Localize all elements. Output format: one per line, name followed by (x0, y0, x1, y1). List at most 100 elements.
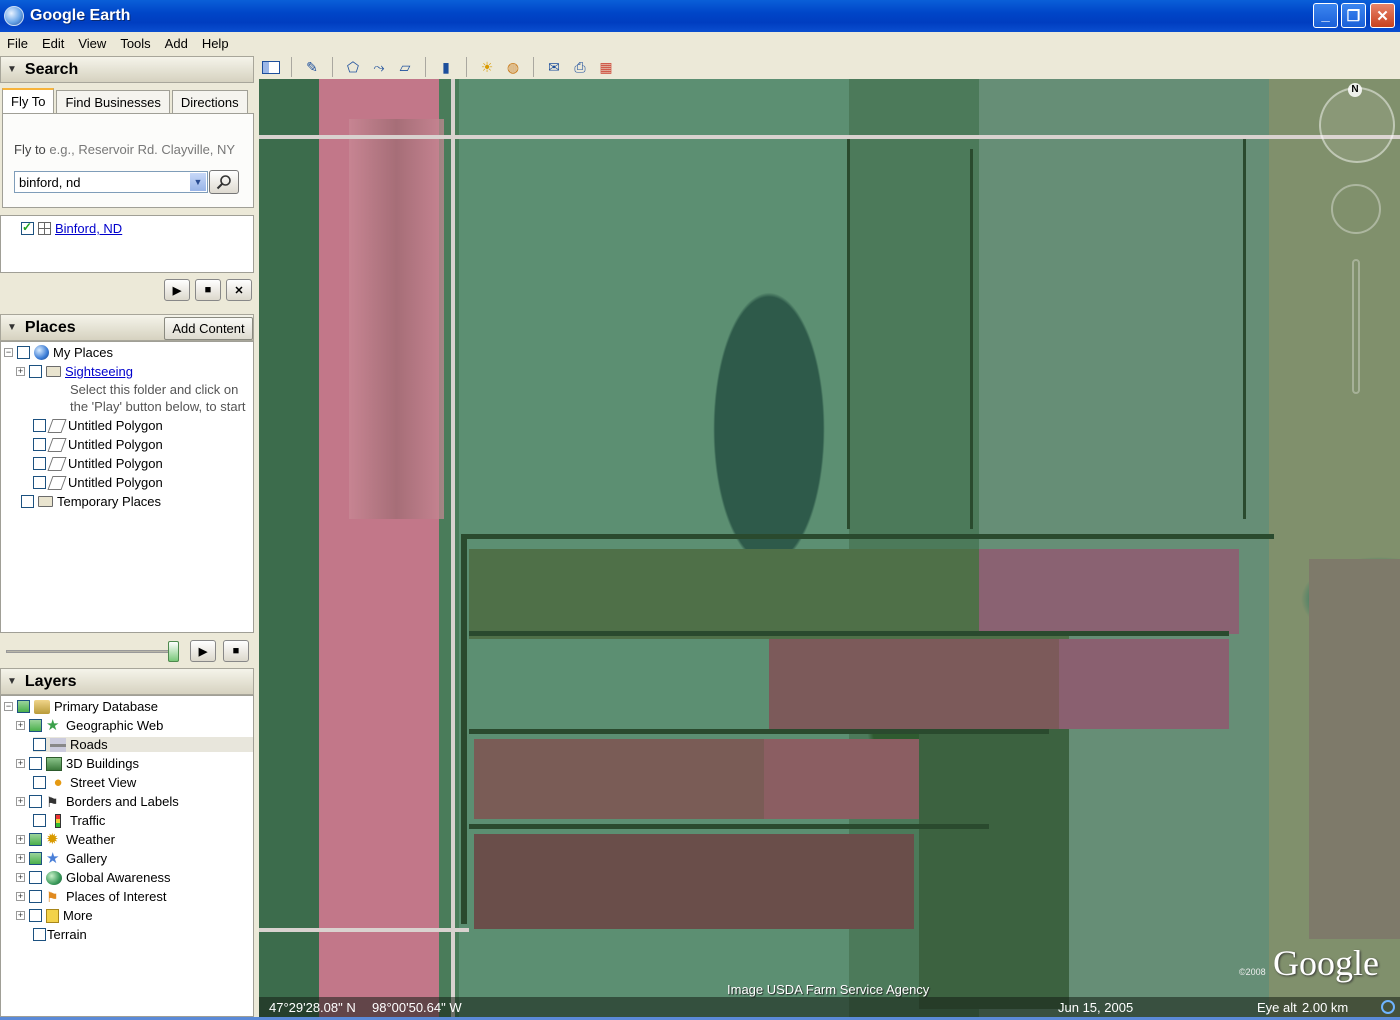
checkbox[interactable] (29, 909, 42, 922)
checkbox[interactable] (17, 346, 30, 359)
layer-global-awareness[interactable]: + Global Awareness (16, 870, 171, 885)
tree-item-sightseeing[interactable]: + Sightseeing (16, 364, 133, 379)
expand-icon[interactable]: + (16, 835, 25, 844)
layer-roads[interactable]: Roads (33, 737, 253, 752)
layer-borders-and-labels[interactable]: + ⚑ Borders and Labels (16, 794, 179, 809)
checkbox[interactable] (33, 419, 46, 432)
checkbox[interactable] (33, 776, 46, 789)
layer-more[interactable]: + More (16, 908, 93, 923)
tree-item-polygon[interactable]: Untitled Polygon (33, 475, 163, 490)
expand-icon[interactable]: + (16, 759, 25, 768)
checkbox[interactable] (29, 795, 42, 808)
clear-results-button[interactable]: ✕ (226, 279, 252, 301)
collapse-triangle-icon[interactable]: ▼ (7, 64, 17, 75)
checkbox[interactable] (17, 700, 30, 713)
layer-traffic[interactable]: Traffic (33, 813, 105, 828)
layer-street-view[interactable]: ● Street View (33, 775, 136, 790)
tab-find-businesses[interactable]: Find Businesses (56, 90, 170, 114)
menu-help[interactable]: Help (195, 36, 236, 51)
checkbox[interactable] (29, 871, 42, 884)
collapse-triangle-icon[interactable]: ▼ (7, 676, 17, 687)
layer-primary-database[interactable]: − Primary Database (4, 699, 158, 714)
expand-icon[interactable]: + (16, 367, 25, 376)
checkbox[interactable] (33, 476, 46, 489)
checkbox[interactable] (29, 833, 42, 846)
close-button[interactable]: ✕ (1370, 3, 1395, 28)
earth-map-view[interactable]: N ©2008 Google Image USDA Farm Service A… (259, 79, 1400, 1017)
layers-panel-header[interactable]: ▼ Layers (0, 668, 254, 695)
expand-icon[interactable]: + (16, 873, 25, 882)
add-overlay-button[interactable]: ▱ (392, 56, 418, 78)
checkbox[interactable] (33, 738, 46, 751)
checkbox[interactable] (33, 814, 46, 827)
checkbox[interactable] (29, 852, 42, 865)
search-panel-header[interactable]: ▼ Search (0, 56, 254, 83)
maximize-button[interactable]: ❐ (1341, 3, 1366, 28)
places-stop-button[interactable]: ■ (223, 640, 249, 662)
add-polygon-button[interactable]: ⬠ (340, 56, 366, 78)
view-in-maps-button[interactable]: ▦ (593, 56, 619, 78)
search-input[interactable] (15, 172, 189, 192)
menu-file[interactable]: File (0, 36, 35, 51)
expand-icon[interactable]: + (16, 854, 25, 863)
checkbox[interactable] (29, 890, 42, 903)
tree-item-label[interactable]: Sightseeing (65, 364, 133, 379)
expand-icon[interactable]: + (16, 892, 25, 901)
add-placemark-button[interactable]: ✎ (299, 56, 325, 78)
checkbox[interactable] (29, 757, 42, 770)
search-button[interactable] (209, 170, 239, 194)
checkbox[interactable] (33, 928, 46, 941)
add-content-button[interactable]: Add Content (164, 317, 253, 340)
places-play-button[interactable]: ▶ (190, 640, 216, 662)
tab-fly-to[interactable]: Fly To (2, 88, 55, 114)
tree-item-my-places[interactable]: − My Places (4, 345, 113, 360)
compass-north-label[interactable]: N (1348, 83, 1362, 97)
result-item[interactable]: Binford, ND (21, 220, 122, 236)
collapse-triangle-icon[interactable]: ▼ (7, 322, 17, 333)
menu-edit[interactable]: Edit (35, 36, 71, 51)
layer-weather[interactable]: + ✹ Weather (16, 832, 115, 847)
checkbox[interactable] (29, 719, 42, 732)
email-button[interactable]: ✉ (541, 56, 567, 78)
expand-icon[interactable]: + (16, 911, 25, 920)
result-checkbox[interactable] (21, 220, 34, 235)
add-path-button[interactable]: ⤳ (366, 56, 392, 78)
tab-directions[interactable]: Directions (171, 90, 248, 114)
tree-item-polygon[interactable]: Untitled Polygon (33, 418, 163, 433)
result-link[interactable]: Binford, ND (55, 221, 122, 236)
checkbox[interactable] (21, 495, 34, 508)
checkbox[interactable] (33, 457, 46, 470)
sunlight-button[interactable]: ☀ (474, 56, 500, 78)
compass-ring[interactable] (1319, 87, 1395, 163)
expand-icon[interactable]: + (16, 797, 25, 806)
zoom-slider[interactable] (1352, 259, 1360, 394)
toggle-sidebar-button[interactable] (258, 56, 284, 78)
tree-item-polygon[interactable]: Untitled Polygon (33, 437, 163, 452)
layer-gallery[interactable]: + ★ Gallery (16, 851, 107, 866)
tree-item-polygon[interactable]: Untitled Polygon (33, 456, 163, 471)
collapse-icon[interactable]: − (4, 348, 13, 357)
slider-track[interactable] (6, 650, 176, 653)
menu-tools[interactable]: Tools (113, 36, 157, 51)
expand-icon[interactable]: + (16, 721, 25, 730)
folder-icon (46, 366, 61, 377)
minimize-button[interactable]: _ (1313, 3, 1338, 28)
tree-item-temporary-places[interactable]: Temporary Places (21, 494, 161, 509)
checkbox[interactable] (33, 438, 46, 451)
layer-3d-buildings[interactable]: + 3D Buildings (16, 756, 139, 771)
dropdown-arrow-icon[interactable]: ▼ (190, 173, 206, 191)
collapse-icon[interactable]: − (4, 702, 13, 711)
checkbox[interactable] (29, 365, 42, 378)
layer-geographic-web[interactable]: + ★ Geographic Web (16, 718, 163, 733)
layer-terrain[interactable]: Terrain (33, 927, 87, 942)
menu-view[interactable]: View (71, 36, 113, 51)
layer-places-of-interest[interactable]: + ⚑ Places of Interest (16, 889, 166, 904)
menu-add[interactable]: Add (158, 36, 195, 51)
look-joystick[interactable] (1331, 184, 1381, 234)
sky-button[interactable]: ◍ (500, 56, 526, 78)
search-play-button[interactable]: ▶ (164, 279, 190, 301)
ruler-button[interactable]: ▮ (433, 56, 459, 78)
search-stop-button[interactable]: ■ (195, 279, 221, 301)
print-button[interactable]: ⎙ (567, 56, 593, 78)
slider-thumb[interactable] (168, 641, 179, 662)
